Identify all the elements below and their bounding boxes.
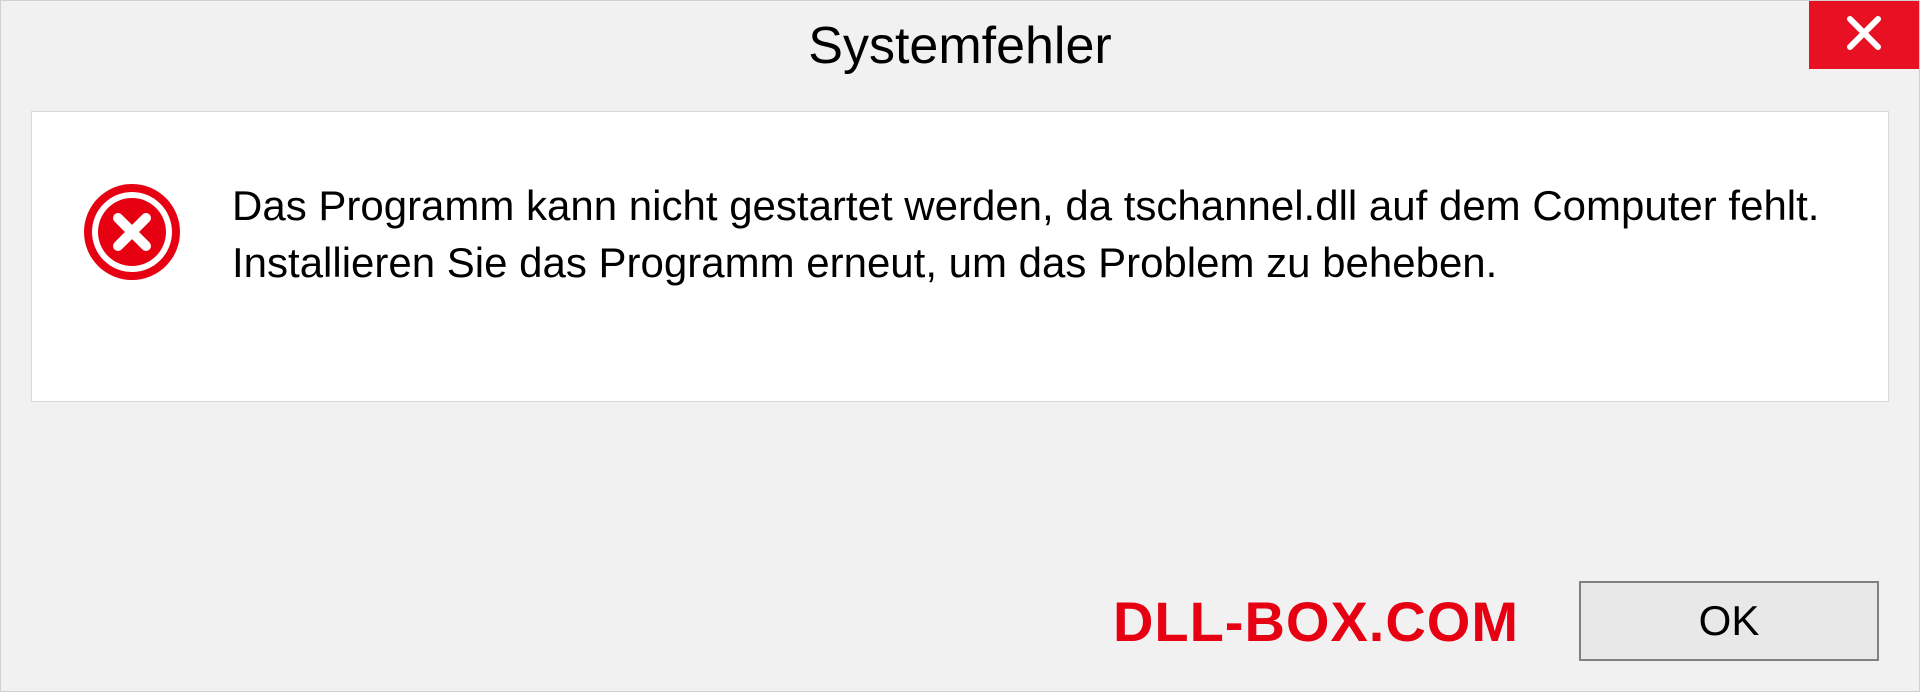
close-button[interactable] xyxy=(1809,1,1919,69)
error-message: Das Programm kann nicht gestartet werden… xyxy=(232,172,1838,291)
ok-button-label: OK xyxy=(1699,597,1760,645)
dialog-title: Systemfehler xyxy=(808,16,1111,76)
close-icon xyxy=(1844,13,1884,58)
error-icon xyxy=(82,182,182,282)
content-panel: Das Programm kann nicht gestartet werden… xyxy=(31,111,1889,402)
ok-button[interactable]: OK xyxy=(1579,581,1879,661)
error-dialog: Systemfehler Das Programm kann nicht ges… xyxy=(0,0,1920,692)
dialog-footer: DLL-BOX.COM OK xyxy=(1,551,1919,691)
watermark-text: DLL-BOX.COM xyxy=(1113,589,1519,654)
titlebar: Systemfehler xyxy=(1,1,1919,91)
